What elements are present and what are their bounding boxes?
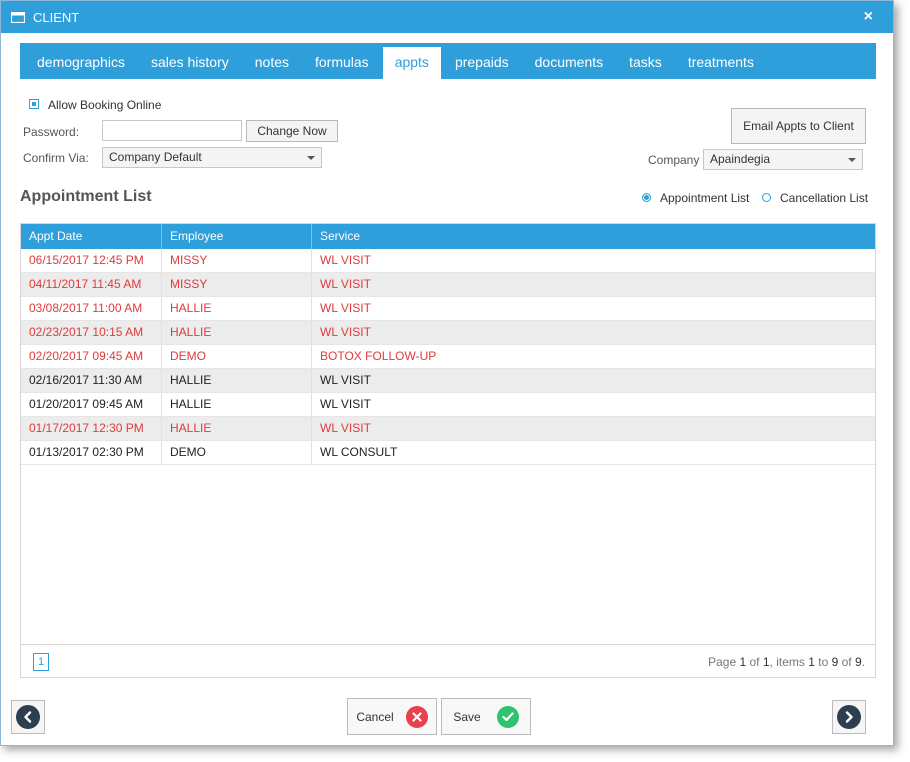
table-row[interactable]: 02/16/2017 11:30 AM HALLIE WL VISIT [21, 369, 875, 393]
cell-service: WL VISIT [320, 301, 371, 315]
change-now-button[interactable]: Change Now [246, 120, 338, 142]
cell-appt-date: 06/15/2017 12:45 PM [21, 249, 162, 272]
window-title: CLIENT [33, 9, 80, 25]
cell-appt-date: 03/08/2017 11:00 AM [21, 297, 162, 320]
appointment-list-radio[interactable] [642, 193, 651, 202]
pager-info: Page 1 of 1, items 1 to 9 of 9. [708, 655, 865, 669]
company-select[interactable]: Apaindegia [703, 149, 863, 170]
tab-prepaids[interactable]: prepaids [443, 47, 521, 79]
tab-notes[interactable]: notes [243, 47, 301, 79]
cell-employee: MISSY [162, 249, 312, 272]
column-header-service[interactable]: Service [312, 224, 875, 249]
confirm-via-select[interactable]: Company Default [102, 147, 322, 168]
pager-total-pages: 1 [762, 655, 770, 669]
arrow-right-icon [837, 705, 861, 729]
grid-body: 06/15/2017 12:45 PM MISSY WL VISIT 04/11/20… [21, 249, 875, 465]
cell-appt-date: 01/20/2017 09:45 AM [21, 393, 162, 416]
cell-service: WL VISIT [320, 325, 371, 339]
tab-tasks[interactable]: tasks [617, 47, 674, 79]
pager: 1 Page 1 of 1, items 1 to 9 of 9. [21, 644, 875, 677]
cell-employee: DEMO [162, 345, 312, 368]
cell-service: WL VISIT [320, 397, 371, 411]
cell-appt-date: 02/20/2017 09:45 AM [21, 345, 162, 368]
table-row[interactable]: 01/13/2017 02:30 PM DEMO WL CONSULT [21, 441, 875, 465]
page-number-button[interactable]: 1 [33, 653, 49, 671]
cell-service: BOTOX FOLLOW-UP [320, 349, 437, 363]
chevron-down-icon [848, 158, 856, 162]
tab-appts[interactable]: appts [382, 47, 441, 79]
pager-total-items: 9 [854, 655, 862, 669]
company-value: Apaindegia [710, 152, 771, 166]
cell-employee: HALLIE [162, 369, 312, 392]
cell-appt-date: 01/17/2017 12:30 PM [21, 417, 162, 440]
tab-documents[interactable]: documents [523, 47, 615, 79]
title-bar: CLIENT × [1, 1, 893, 33]
window-icon [10, 11, 26, 23]
cancellation-list-label[interactable]: Cancellation List [780, 191, 868, 205]
company-label: Company [648, 153, 700, 167]
table-row[interactable]: 06/15/2017 12:45 PM MISSY WL VISIT [21, 249, 875, 273]
pager-text: Page [708, 655, 740, 669]
client-dialog: CLIENT × demographics sales history notes f… [0, 0, 894, 746]
cell-appt-date: 02/16/2017 11:30 AM [21, 369, 162, 392]
cell-employee: HALLIE [162, 393, 312, 416]
password-input[interactable] [102, 120, 242, 141]
save-button[interactable]: Save [441, 698, 531, 735]
cell-appt-date: 01/13/2017 02:30 PM [21, 441, 162, 464]
pager-text: of [746, 655, 763, 669]
cell-service: WL VISIT [320, 421, 371, 435]
cell-appt-date: 04/11/2017 11:45 AM [21, 273, 162, 296]
allow-booking-label: Allow Booking Online [48, 98, 162, 112]
check-circle-icon [496, 705, 519, 728]
cell-employee: HALLIE [162, 321, 312, 344]
cancel-button[interactable]: Cancel [347, 698, 437, 735]
pager-text: , items [769, 655, 809, 669]
confirm-via-label: Confirm Via: [23, 151, 89, 165]
cancel-label: Cancel [356, 709, 394, 724]
tab-sales-history[interactable]: sales history [139, 47, 241, 79]
cell-service: WL VISIT [320, 253, 371, 267]
cell-service: WL VISIT [320, 373, 371, 387]
password-label: Password: [23, 125, 80, 139]
cell-employee: DEMO [162, 441, 312, 464]
pager-text: to [814, 655, 832, 669]
table-row[interactable]: 02/23/2017 10:15 AM HALLIE WL VISIT [21, 321, 875, 345]
allow-booking-checkbox[interactable] [29, 99, 39, 109]
table-row[interactable]: 01/17/2017 12:30 PM HALLIE WL VISIT [21, 417, 875, 441]
pager-text: . [861, 655, 865, 669]
next-button[interactable] [832, 700, 866, 734]
column-header-appt-date[interactable]: Appt Date [21, 224, 162, 249]
arrow-left-icon [16, 705, 40, 729]
table-row[interactable]: 01/20/2017 09:45 AM HALLIE WL VISIT [21, 393, 875, 417]
cancellation-list-radio[interactable] [762, 193, 771, 202]
appointment-grid: Appt Date Employee Service 06/15/2017 12… [20, 223, 876, 678]
table-row[interactable]: 04/11/2017 11:45 AM MISSY WL VISIT [21, 273, 875, 297]
cell-employee: HALLIE [162, 297, 312, 320]
email-appts-button[interactable]: Email Appts to Client [731, 108, 866, 144]
tab-demographics[interactable]: demographics [25, 47, 137, 79]
section-title: Appointment List [20, 188, 152, 205]
previous-button[interactable] [11, 700, 45, 734]
table-row[interactable]: 03/08/2017 11:00 AM HALLIE WL VISIT [21, 297, 875, 321]
close-icon[interactable]: × [864, 8, 873, 26]
tab-bar: demographics sales history notes formulas ap… [20, 43, 876, 79]
cell-service: WL VISIT [320, 277, 371, 291]
tab-treatments[interactable]: treatments [676, 47, 766, 79]
save-label: Save [453, 709, 481, 724]
appointment-list-label[interactable]: Appointment List [660, 191, 749, 205]
cell-appt-date: 02/23/2017 10:15 AM [21, 321, 162, 344]
cell-employee: MISSY [162, 273, 312, 296]
pager-text: of [838, 655, 855, 669]
pager-from: 1 [808, 655, 815, 669]
grid-header: Appt Date Employee Service [21, 224, 875, 249]
tab-formulas[interactable]: formulas [303, 47, 381, 79]
confirm-via-value: Company Default [109, 150, 202, 164]
cell-employee: HALLIE [162, 417, 312, 440]
x-circle-icon [405, 705, 428, 728]
cell-service: WL CONSULT [320, 445, 398, 459]
column-header-employee[interactable]: Employee [162, 224, 312, 249]
table-row[interactable]: 02/20/2017 09:45 AM DEMO BOTOX FOLLOW-UP [21, 345, 875, 369]
chevron-down-icon [307, 156, 315, 160]
